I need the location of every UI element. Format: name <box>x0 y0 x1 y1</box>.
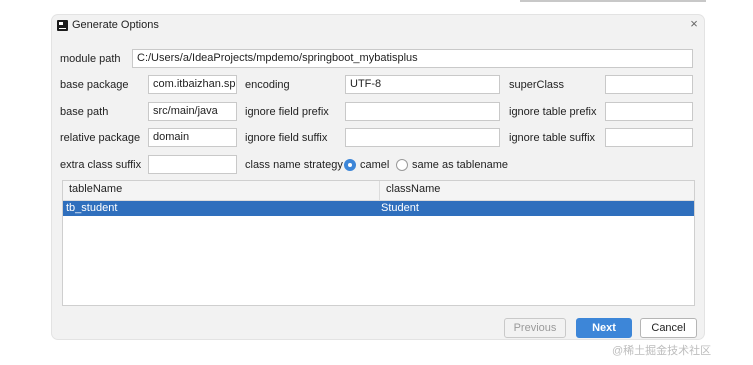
column-divider[interactable] <box>379 181 380 200</box>
previous-button[interactable]: Previous <box>504 318 566 338</box>
generate-options-dialog: Generate Options × module path C:/Users/… <box>52 15 704 339</box>
table-row[interactable]: tb_student Student <box>63 201 694 216</box>
ignore-table-prefix-input[interactable] <box>605 102 693 121</box>
base-path-input[interactable]: src/main/java <box>148 102 237 121</box>
same-as-tablename-radio[interactable] <box>396 159 408 171</box>
column-header-classname[interactable]: className <box>386 183 440 195</box>
intellij-icon <box>57 20 68 31</box>
extra-class-suffix-label: extra class suffix <box>60 159 142 171</box>
camel-radio-label[interactable]: camel <box>360 158 389 172</box>
superclass-input[interactable] <box>605 75 693 94</box>
dialog-title: Generate Options <box>72 19 159 31</box>
module-path-label: module path <box>60 53 121 65</box>
same-as-tablename-radio-label[interactable]: same as tablename <box>412 158 508 172</box>
base-path-label: base path <box>60 106 109 118</box>
encoding-label: encoding <box>245 79 290 91</box>
encoding-input[interactable]: UTF-8 <box>345 75 500 94</box>
background-window-edge <box>520 0 706 2</box>
relative-package-input[interactable]: domain <box>148 128 237 147</box>
watermark-text: @稀土掘金技术社区 <box>612 345 712 357</box>
class-name-strategy-label: class name strategy <box>245 159 343 171</box>
base-package-input[interactable]: com.itbaizhan.sp <box>148 75 237 94</box>
ignore-table-suffix-input[interactable] <box>605 128 693 147</box>
table-header: tableName className <box>63 181 694 201</box>
superclass-label: superClass <box>509 79 565 91</box>
ignore-table-suffix-label: ignore table suffix <box>509 132 596 144</box>
ignore-field-suffix-label: ignore field suffix <box>245 132 328 144</box>
ignore-field-prefix-input[interactable] <box>345 102 500 121</box>
ignore-field-suffix-input[interactable] <box>345 128 500 147</box>
cell-tablename: tb_student <box>66 202 118 214</box>
ignore-field-prefix-label: ignore field prefix <box>245 106 329 118</box>
next-button[interactable]: Next <box>576 318 632 338</box>
ignore-table-prefix-label: ignore table prefix <box>509 106 597 118</box>
base-package-label: base package <box>60 79 129 91</box>
cancel-button[interactable]: Cancel <box>640 318 697 338</box>
tables-grid: tableName className tb_student Student <box>62 180 695 306</box>
cell-classname[interactable]: Student <box>381 202 419 214</box>
close-icon[interactable]: × <box>687 16 701 32</box>
relative-package-label: relative package <box>60 132 141 144</box>
module-path-input[interactable]: C:/Users/a/IdeaProjects/mpdemo/springboo… <box>132 49 693 68</box>
column-header-tablename[interactable]: tableName <box>69 183 122 195</box>
camel-radio[interactable] <box>344 159 356 171</box>
extra-class-suffix-input[interactable] <box>148 155 237 174</box>
title-bar: Generate Options × <box>52 15 704 37</box>
